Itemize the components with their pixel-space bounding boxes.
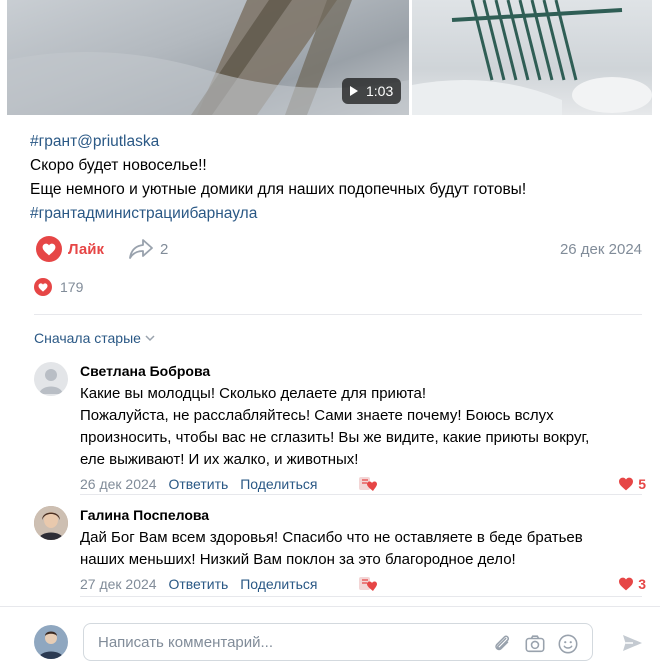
video-thumbnail[interactable]: 1:03 <box>7 0 409 115</box>
post-text-line: Еще немного и уютные домики для наших по… <box>30 181 527 198</box>
sticker-icon[interactable] <box>358 576 380 592</box>
comment-author[interactable]: Светлана Боброва <box>80 362 646 380</box>
likes-summary[interactable]: 179 <box>34 278 83 296</box>
comment-like-button[interactable]: 3 <box>618 573 646 595</box>
video-duration: 1:03 <box>342 78 402 104</box>
heart-icon <box>619 577 634 591</box>
comment-date[interactable]: 26 дек 2024 <box>80 476 157 492</box>
play-icon <box>350 86 358 96</box>
post-date[interactable]: 26 дек 2024 <box>560 241 642 258</box>
share-arrow-icon <box>129 239 153 259</box>
photo-thumbnail[interactable] <box>412 0 652 115</box>
share-comment-button[interactable]: Поделиться <box>240 476 317 492</box>
chevron-down-icon <box>145 335 155 342</box>
comment-author[interactable]: Галина Поспелова <box>80 506 646 524</box>
comments-sort-dropdown[interactable]: Сначала старые <box>34 330 155 346</box>
divider <box>34 314 642 315</box>
like-button[interactable]: Лайк <box>36 236 104 262</box>
heart-icon <box>619 477 634 491</box>
comment-meta: 26 дек 2024 Ответить Поделиться 5 <box>80 473 646 495</box>
send-icon[interactable] <box>620 631 644 655</box>
comment-text: Какие вы молодцы! Сколько делаете для пр… <box>80 385 590 468</box>
hashtag-link[interactable]: #грант@priutlaska <box>30 130 640 154</box>
comment-like-button[interactable]: 5 <box>618 473 646 495</box>
comment-composer <box>0 606 660 669</box>
post-text-line: Скоро будет новоселье!! <box>30 157 207 174</box>
post-text: #грант@priutlaska Скоро будет новоселье!… <box>30 130 640 226</box>
camera-icon[interactable] <box>524 633 546 655</box>
emoji-icon[interactable] <box>557 633 579 655</box>
reply-button[interactable]: Ответить <box>168 476 228 492</box>
comment-date[interactable]: 27 дек 2024 <box>80 576 157 592</box>
heart-icon <box>34 278 52 296</box>
reply-button[interactable]: Ответить <box>168 576 228 592</box>
share-comment-button[interactable]: Поделиться <box>240 576 317 592</box>
comment-text: Дай Бог Вам всем здоровья! Спасибо что н… <box>80 529 583 568</box>
avatar[interactable] <box>34 362 68 396</box>
comment-input[interactable] <box>83 623 593 661</box>
hashtag-link[interactable]: #грантадминистрациибарнаула <box>30 202 640 226</box>
user-avatar[interactable] <box>34 625 68 659</box>
share-button[interactable]: 2 <box>128 238 168 260</box>
comment-meta: 27 дек 2024 Ответить Поделиться 3 <box>80 573 646 595</box>
post-actions: Лайк 2 26 дек 2024 <box>30 234 642 266</box>
avatar[interactable] <box>34 506 68 540</box>
sticker-icon[interactable] <box>358 476 380 492</box>
divider <box>80 494 642 495</box>
post-media: 1:03 <box>7 0 652 115</box>
heart-icon <box>36 236 62 262</box>
attach-icon[interactable] <box>491 633 513 655</box>
divider <box>80 596 642 597</box>
